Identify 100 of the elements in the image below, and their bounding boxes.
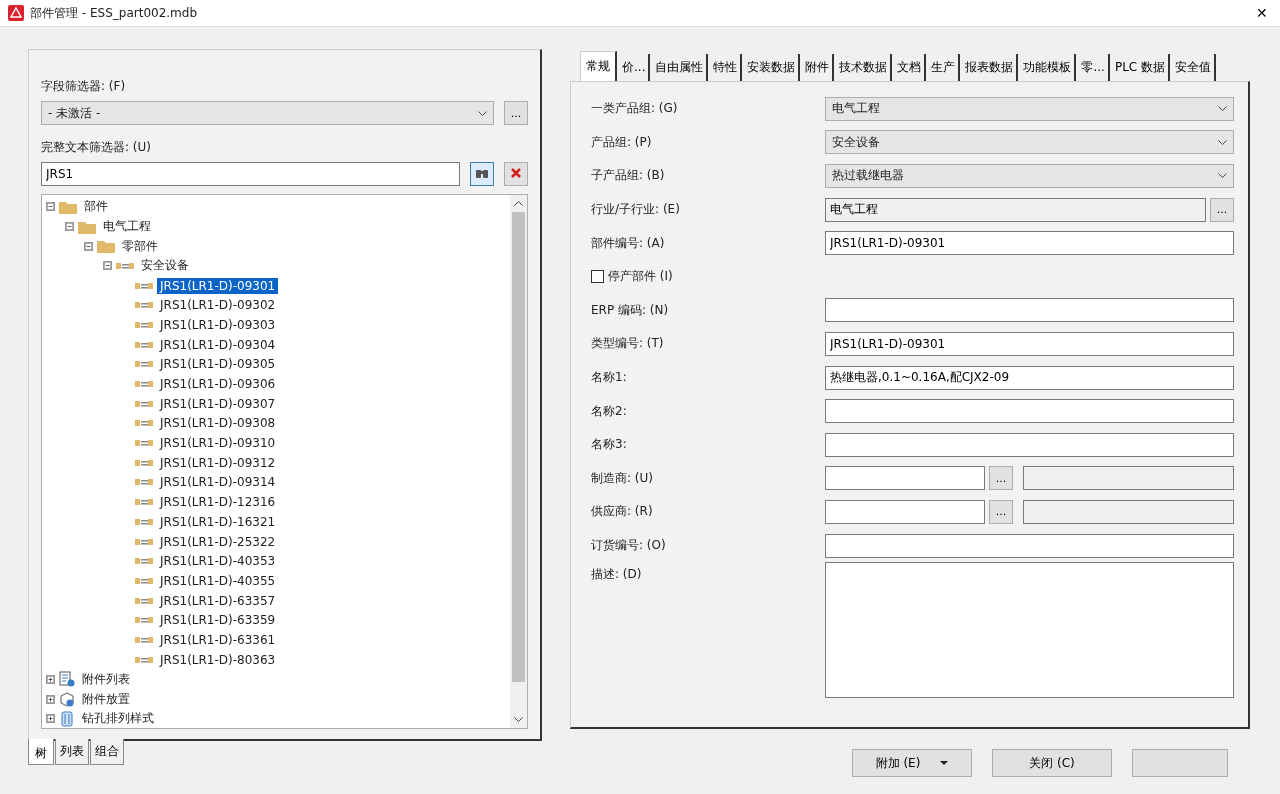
tree-item[interactable]: JRS1(LR1-D)-09305 <box>157 356 279 373</box>
tree-item[interactable]: 电气工程 <box>100 217 154 237</box>
part-icon <box>135 399 153 408</box>
close-icon <box>511 167 521 178</box>
tree-item[interactable]: JRS1(LR1-D)-09312 <box>157 454 279 471</box>
close-button[interactable]: ✕ <box>1252 5 1272 21</box>
text-field[interactable] <box>1023 499 1234 524</box>
field-label: 子产品组: (B) <box>591 167 666 185</box>
dropdown[interactable]: - 未激活 - <box>41 101 494 125</box>
tree-item[interactable]: 钻孔排列样式 <box>79 709 157 728</box>
browse-button[interactable]: ... <box>989 499 1013 524</box>
close-button[interactable]: 关闭 (C) <box>992 749 1112 777</box>
text-field[interactable]: 热继电器,0.1~0.16A,配CJX2-09 <box>825 365 1234 390</box>
tree-item[interactable]: 部件 <box>81 197 111 217</box>
tab[interactable]: 特性 <box>710 54 743 81</box>
browse-button[interactable]: ... <box>1210 197 1234 222</box>
tree-item[interactable]: JRS1(LR1-D)-63361 <box>157 631 279 648</box>
collapse-icon[interactable] <box>46 202 55 212</box>
collapse-icon[interactable] <box>84 241 93 251</box>
binoculars-button[interactable] <box>470 162 494 186</box>
tree-item[interactable]: JRS1(LR1-D)-16321 <box>157 513 279 530</box>
tab[interactable]: 组合 <box>90 739 124 765</box>
tree-item[interactable]: JRS1(LR1-D)-09304 <box>157 336 279 353</box>
clear-button[interactable] <box>504 162 528 186</box>
checkbox[interactable] <box>591 270 604 284</box>
text-field[interactable] <box>825 399 1234 424</box>
drill-pattern-icon <box>59 710 75 727</box>
tree-item[interactable]: JRS1(LR1-D)-63357 <box>157 592 279 609</box>
tab[interactable]: 价... <box>619 54 651 81</box>
part-icon <box>135 635 153 644</box>
field-label: ERP 编码: (N) <box>591 301 670 319</box>
expand-icon[interactable] <box>46 714 55 724</box>
text-field[interactable] <box>1023 466 1234 491</box>
field-label: 供应商: (R) <box>591 503 654 521</box>
tree-item[interactable]: JRS1(LR1-D)-09303 <box>157 316 279 333</box>
tree-item[interactable]: JRS1(LR1-D)-12316 <box>157 494 279 511</box>
tab[interactable]: 生产 <box>928 54 961 81</box>
add-button[interactable]: 附加 (E) <box>852 749 972 777</box>
field-label: 制造商: (U) <box>591 469 654 487</box>
field-label: 类型编号: (T) <box>591 335 665 353</box>
part-icon <box>116 261 134 270</box>
dropdown[interactable]: 安全设备 <box>825 130 1234 155</box>
field-label: 停产部件 (I) <box>608 268 673 286</box>
tree-item[interactable]: 附件列表 <box>79 669 133 689</box>
browse-button[interactable]: ... <box>504 101 528 125</box>
description-field[interactable] <box>825 562 1234 699</box>
tab[interactable]: 列表 <box>55 739 89 765</box>
browse-button[interactable]: ... <box>989 466 1013 491</box>
text-field[interactable]: JRS1(LR1-D)-09301 <box>825 231 1234 256</box>
tab[interactable]: 文档 <box>894 54 927 81</box>
tree-item[interactable]: JRS1(LR1-D)-25322 <box>157 533 279 550</box>
tree-item[interactable]: JRS1(LR1-D)-09306 <box>157 376 279 393</box>
field-label: 名称2: <box>591 402 628 420</box>
expand-icon[interactable] <box>46 674 55 684</box>
tab[interactable]: 报表数据 <box>962 54 1019 81</box>
part-icon <box>135 498 153 507</box>
part-icon <box>135 340 153 349</box>
tree-item[interactable]: JRS1(LR1-D)-09314 <box>157 474 279 491</box>
part-icon <box>135 439 153 448</box>
text-field[interactable] <box>825 533 1234 558</box>
dropdown[interactable]: 热过载继电器 <box>825 164 1234 188</box>
tree-item[interactable]: JRS1(LR1-D)-09308 <box>157 415 279 432</box>
tab[interactable]: 安装数据 <box>744 54 801 81</box>
tree-item[interactable]: JRS1(LR1-D)-63359 <box>157 612 279 629</box>
scrollbar[interactable] <box>510 195 527 728</box>
dropdown[interactable]: 电气工程 <box>825 96 1234 121</box>
tree-item[interactable]: JRS1(LR1-D)-09302 <box>157 297 279 314</box>
tab[interactable]: 附件 <box>802 54 835 81</box>
text-field[interactable] <box>825 499 985 524</box>
part-icon <box>135 360 153 369</box>
tree-item[interactable]: JRS1(LR1-D)-40353 <box>157 553 279 570</box>
tab[interactable]: 功能模板 <box>1020 54 1077 81</box>
collapse-icon[interactable] <box>65 222 74 232</box>
chevron-down-icon <box>478 110 487 116</box>
folder-icon <box>78 219 96 234</box>
field-label: 描述: (D) <box>591 566 643 584</box>
tab[interactable]: 常规 <box>580 51 617 81</box>
text-field[interactable]: JRS1(LR1-D)-09301 <box>825 331 1234 356</box>
tree-item[interactable]: 安全设备 <box>138 256 192 276</box>
text-field[interactable]: 电气工程 <box>825 197 1206 222</box>
chevron-down-icon <box>1218 106 1227 112</box>
tree-item[interactable]: 零部件 <box>119 236 161 256</box>
tree-item[interactable]: JRS1(LR1-D)-09310 <box>157 435 279 452</box>
tree-item[interactable]: JRS1(LR1-D)-09301 <box>157 277 279 294</box>
collapse-icon[interactable] <box>103 261 112 271</box>
text-field[interactable] <box>825 466 985 491</box>
tree-item[interactable]: JRS1(LR1-D)-09307 <box>157 395 279 412</box>
tab[interactable]: 技术数据 <box>836 54 893 81</box>
tree-item[interactable]: 附件放置 <box>79 689 133 709</box>
tab[interactable]: 树 <box>28 739 54 765</box>
tree-item[interactable]: JRS1(LR1-D)-80363 <box>157 651 279 668</box>
search-field[interactable]: JRS1 <box>41 162 460 186</box>
tree-item[interactable]: JRS1(LR1-D)-40355 <box>157 572 279 589</box>
tab[interactable]: 零... <box>1078 54 1110 81</box>
tab[interactable]: 安全值 <box>1172 54 1217 81</box>
text-field[interactable] <box>825 298 1234 323</box>
text-field[interactable] <box>825 432 1234 457</box>
field-label: 完整文本筛选器: (U) <box>41 139 152 156</box>
expand-icon[interactable] <box>46 694 55 704</box>
list-icon <box>59 671 75 688</box>
